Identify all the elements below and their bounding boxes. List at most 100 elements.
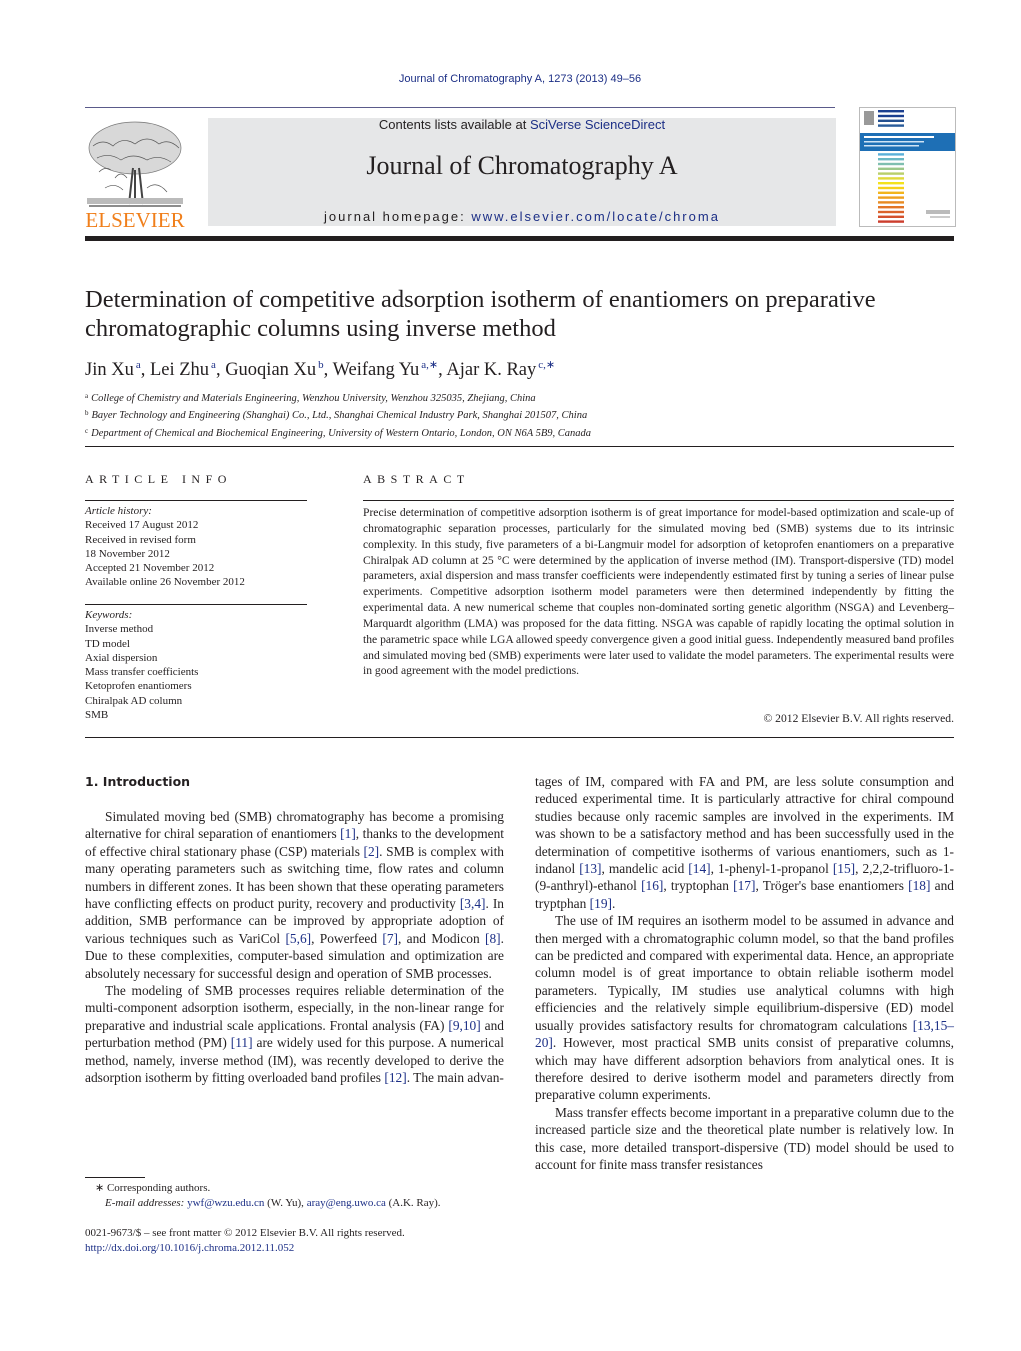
cover-stripe: [878, 191, 904, 194]
footnote-rule: [85, 1177, 145, 1178]
keywords-label: Keywords:: [85, 609, 133, 621]
citation-link[interactable]: [8]: [485, 931, 501, 946]
journal-citation-link[interactable]: Journal of Chromatography A, 1273 (2013)…: [399, 73, 641, 85]
text-run: .: [611, 895, 616, 911]
text-run: , tryptophan: [663, 878, 734, 894]
history-label: Article history:: [85, 505, 152, 517]
email-line: E-mail addresses: ywf@wzu.edu.cn (W. Yu)…: [105, 1196, 441, 1209]
citation-link[interactable]: [11]: [231, 1035, 253, 1050]
tree-icon: ELSEVIER: [85, 121, 185, 232]
citation-link[interactable]: [19]: [590, 896, 612, 911]
author[interactable]: Jin Xu a: [85, 359, 141, 380]
affiliation: a College of Chemistry and Materials Engi…: [85, 392, 536, 404]
keyword: TD model: [85, 637, 130, 650]
cover-stripe: [878, 153, 904, 156]
body-paragraph: The modeling of SMB processes requires r…: [85, 982, 504, 1086]
keywords: Keywords: Inverse method TD model Axial di…: [85, 608, 198, 722]
elsevier-logo[interactable]: ELSEVIER: [85, 118, 185, 232]
cover-stripe: [878, 196, 904, 199]
divider: [85, 446, 954, 447]
cover-stripe: [878, 110, 904, 113]
citation-link[interactable]: [12]: [384, 1070, 406, 1085]
email-link-ray[interactable]: aray@eng.uwo.ca: [307, 1197, 386, 1209]
body-column-right: tages of IM, compared with FA and PM, ar…: [535, 773, 954, 1173]
author-affil-link[interactable]: a: [211, 359, 216, 371]
homepage-line: journal homepage: www.elsevier.com/locat…: [208, 209, 836, 224]
journal-cover-thumbnail[interactable]: [859, 107, 956, 227]
cover-stripe: [878, 124, 904, 127]
doi-link[interactable]: http://dx.doi.org/10.1016/j.chroma.2012.…: [85, 1241, 405, 1256]
cover-image-icon: [860, 110, 955, 223]
cover-stripe: [878, 220, 904, 223]
cover-stripe: [878, 210, 904, 214]
body-column-left: Simulated moving bed (SMB) chromatograph…: [85, 808, 504, 1087]
homepage-link[interactable]: www.elsevier.com/locate/chroma: [471, 209, 720, 224]
corresponding-footnote: ∗ Corresponding authors. E-mail addresse…: [85, 1181, 441, 1210]
citation-link[interactable]: [7]: [382, 931, 398, 946]
author-list: Jin Xu a, Lei Zhu a, Guoqian Xu b, Weifang …: [85, 359, 556, 380]
citation-link[interactable]: [13]: [579, 861, 601, 876]
cover-stripe: [878, 172, 904, 175]
text-run: . The main advan-: [406, 1070, 504, 1086]
history-entry: Received 17 August 2012: [85, 519, 199, 532]
issn-line: 0021-9673/$ – see front matter © 2012 El…: [85, 1227, 405, 1239]
cover-stripe: [878, 201, 904, 204]
citation-link[interactable]: [3,4]: [460, 896, 486, 911]
keyword: Mass transfer coefficients: [85, 666, 199, 679]
citation-link[interactable]: [14]: [688, 861, 710, 876]
body-paragraph: Simulated moving bed (SMB) chromatograph…: [85, 808, 504, 982]
sciencedirect-link[interactable]: SciVerse ScienceDirect: [530, 117, 665, 132]
history-entry: Accepted 21 November 2012: [85, 562, 215, 575]
cover-stripe: [878, 182, 904, 185]
abstract-heading: ABSTRACT: [363, 472, 470, 486]
divider: [363, 500, 954, 501]
cover-stripe: [878, 206, 904, 209]
journal-title: Journal of Chromatography A: [366, 151, 678, 180]
author-affil-link[interactable]: b: [318, 359, 324, 371]
cover-stripe: [878, 162, 904, 166]
citation-link[interactable]: [15]: [833, 861, 855, 876]
history-entry: Available online 26 November 2012: [85, 576, 245, 589]
article-title: Determination of competitive adsorption …: [85, 286, 876, 342]
body-paragraph: The use of IM requires an isotherm model…: [535, 912, 954, 1103]
top-rule: [85, 107, 835, 108]
author-affil-link[interactable]: a,∗: [421, 359, 438, 371]
history-entry: Received in revised form: [85, 533, 196, 546]
author[interactable]: Lei Zhu a: [150, 359, 216, 380]
citation-link[interactable]: [5,6]: [285, 931, 311, 946]
article-info-heading: ARTICLE INFO: [85, 472, 232, 486]
article-history: Article history: Received 17 August 2012…: [85, 504, 245, 590]
citation-link[interactable]: [17]: [733, 878, 755, 893]
section-heading-introduction: 1. Introduction: [85, 774, 191, 789]
email-label: E-mail addresses:: [105, 1196, 185, 1209]
keyword: Axial dispersion: [85, 651, 158, 664]
author-affil-link[interactable]: c,∗: [538, 359, 555, 371]
divider: [85, 737, 954, 738]
text-run: The use of IM requires an isotherm model…: [535, 913, 954, 1033]
cover-stripe: [878, 215, 904, 218]
abstract-text: Precise determination of competitive ads…: [363, 506, 954, 678]
citation-link[interactable]: [9,10]: [448, 1018, 480, 1033]
body-paragraph: tages of IM, compared with FA and PM, ar…: [535, 773, 954, 912]
author[interactable]: Weifang Yu a,∗: [333, 359, 439, 380]
cover-stripe: [878, 114, 904, 118]
author[interactable]: Guoqian Xu b: [225, 359, 324, 380]
affiliation: b Bayer Technology and Engineering (Shang…: [85, 409, 588, 422]
running-head[interactable]: Journal of Chromatography A, 1273 (2013)…: [0, 73, 1021, 85]
cover-stripe: [878, 177, 904, 180]
citation-link[interactable]: [1]: [340, 826, 356, 841]
text-run: , Powerfeed: [311, 930, 383, 946]
author-affil-link[interactable]: a: [136, 359, 141, 371]
citation-link[interactable]: [2]: [364, 844, 380, 859]
author[interactable]: Ajar K. Ray c,∗: [446, 359, 555, 380]
elsevier-wordmark: ELSEVIER: [85, 208, 184, 230]
cover-stripe: [878, 119, 904, 122]
affiliations: a College of Chemistry and Materials Engi…: [85, 389, 591, 441]
divider: [85, 604, 307, 605]
citation-link[interactable]: [16]: [641, 878, 663, 893]
email-link-yu[interactable]: ywf@wzu.edu.cn: [187, 1197, 264, 1209]
citation-link[interactable]: [18]: [908, 878, 930, 893]
text-run: Mass transfer effects become important i…: [535, 1104, 954, 1172]
cover-stripe: [878, 167, 904, 170]
contents-prefix: Contents lists available at: [378, 117, 530, 132]
